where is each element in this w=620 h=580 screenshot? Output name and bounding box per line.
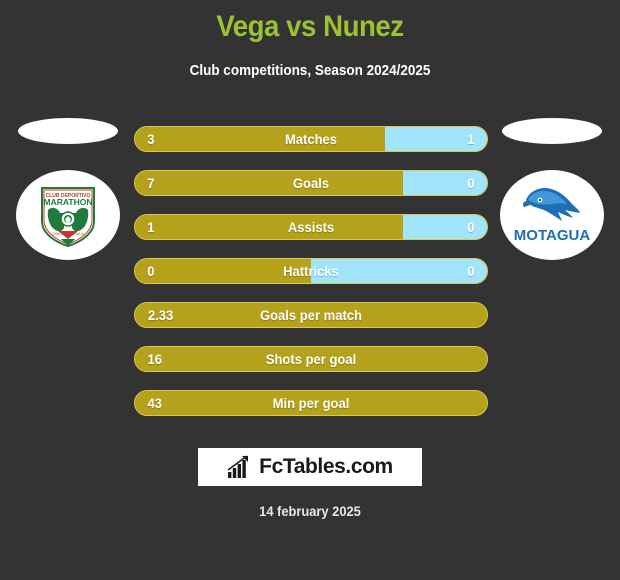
stat-label: Goals — [292, 175, 330, 191]
stat-label: Matches — [284, 131, 338, 147]
stat-row-matches: 3 Matches 1 — [134, 126, 488, 152]
away-value: 0 — [467, 175, 475, 191]
away-value: 0 — [467, 263, 475, 279]
motagua-crest-icon: MOTAGUA — [500, 170, 604, 260]
stat-row-goals-per-match: 2.33 Goals per match — [134, 302, 488, 328]
stat-label: Min per goal — [272, 395, 350, 411]
page-title: Vega vs Nunez — [216, 10, 404, 43]
stat-row-hattricks: 0 Hattricks 0 — [134, 258, 488, 284]
svg-text:SAN PEDRO SULA: SAN PEDRO SULA — [52, 232, 84, 236]
bar-chart-growth-icon — [227, 455, 249, 478]
stats-bar-list: 3 Matches 1 7 Goals 0 1 Assists 0 0 Hatt… — [134, 126, 488, 434]
stat-label: Hattricks — [283, 263, 339, 279]
fctables-logo[interactable]: FcTables.com — [198, 448, 422, 486]
stat-label: Assists — [287, 219, 335, 235]
fctables-brand-text: FcTables.com — [259, 455, 393, 478]
stat-row-shots-per-goal: 16 Shots per goal — [134, 346, 488, 372]
stat-row-assists: 1 Assists 0 — [134, 214, 488, 240]
home-team-logo-slot: CLUB DEPORTIVO MARATHON SAN PEDRO SULA — [16, 118, 121, 278]
marathon-crest-icon: CLUB DEPORTIVO MARATHON SAN PEDRO SULA — [16, 170, 120, 260]
svg-text:MARATHON: MARATHON — [44, 197, 93, 207]
away-logo-ellipse-decoration — [502, 118, 602, 144]
away-value: 0 — [467, 219, 475, 235]
away-team-logo-slot: MOTAGUA — [500, 118, 605, 278]
away-value: 1 — [467, 131, 475, 147]
stat-row-min-per-goal: 43 Min per goal — [134, 390, 488, 416]
footer-date: 14 february 2025 — [259, 503, 361, 519]
stat-row-goals: 7 Goals 0 — [134, 170, 488, 196]
page-subtitle: Club competitions, Season 2024/2025 — [189, 62, 431, 79]
infographic-root: Vega vs Nunez Club competitions, Season … — [0, 0, 620, 580]
stat-label: Shots per goal — [265, 351, 357, 367]
svg-text:MOTAGUA: MOTAGUA — [514, 227, 591, 244]
home-logo-ellipse-decoration — [18, 118, 118, 144]
stat-label: Goals per match — [259, 307, 363, 323]
